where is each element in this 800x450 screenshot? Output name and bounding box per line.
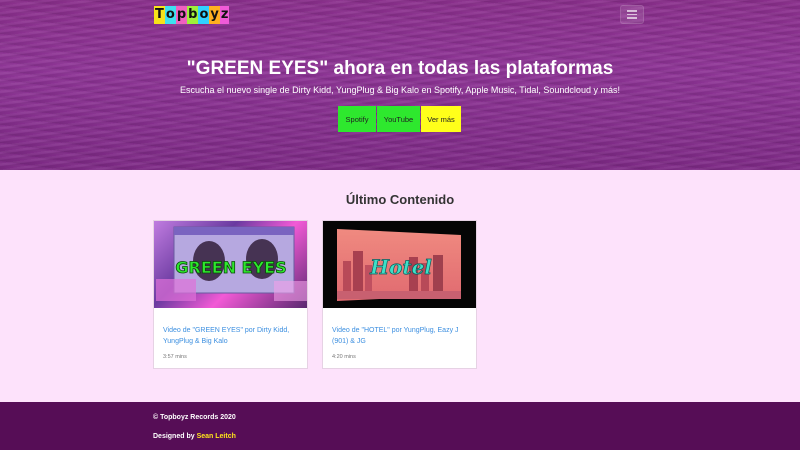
video-thumbnail-green-eyes[interactable]: GREEN EYES xyxy=(154,221,307,308)
logo-letter: z xyxy=(219,6,230,24)
designed-by-prefix: Designed by xyxy=(153,433,195,440)
hotel-thumbnail-art: Hotel xyxy=(337,229,461,301)
site-footer: © Topboyz Records 2020 Designed by Sean … xyxy=(0,402,800,450)
video-link-green-eyes[interactable]: Video de "GREEN EYES" por Dirty Kidd, Yu… xyxy=(163,325,299,347)
footer-designed-by: Designed by Sean Leitch xyxy=(153,433,236,440)
logo-letter: p xyxy=(175,6,188,24)
video-duration: 4:20 mins xyxy=(332,354,356,360)
video-card-hotel: Hotel Video de "HOTEL" por YungPlug, Eaz… xyxy=(322,220,477,369)
video-duration: 3:57 mins xyxy=(163,354,187,360)
hero-subtitle: Escucha el nuevo single de Dirty Kidd, Y… xyxy=(180,85,620,95)
ver-mas-button[interactable]: Ver más xyxy=(421,106,461,132)
logo-letter: T xyxy=(154,6,165,24)
spotify-button[interactable]: Spotify xyxy=(338,106,376,132)
footer-copyright: © Topboyz Records 2020 xyxy=(153,414,236,421)
logo-letter: o xyxy=(198,6,210,24)
green-eyes-thumbnail-art: GREEN EYES xyxy=(156,226,307,301)
hero-banner: Topboyz "GREEN EYES" ahora en todas las … xyxy=(0,0,800,170)
video-link-hotel[interactable]: Video de "HOTEL" por YungPlug, Eazy J (9… xyxy=(332,325,468,347)
topboyz-logo[interactable]: Topboyz xyxy=(154,6,230,24)
youtube-button[interactable]: YouTube xyxy=(377,106,420,132)
hamburger-icon-line xyxy=(627,13,637,16)
hotel-thumb-text: Hotel xyxy=(369,255,432,279)
logo-letter: y xyxy=(209,6,220,24)
green-eyes-thumb-text: GREEN EYES xyxy=(175,258,286,277)
hero-button-group: Spotify YouTube Ver más xyxy=(338,106,461,132)
hamburger-menu-button[interactable] xyxy=(620,5,644,24)
video-card-green-eyes: GREEN EYES Video de "GREEN EYES" por Dir… xyxy=(153,220,308,369)
designer-link[interactable]: Sean Leitch xyxy=(197,433,236,440)
hero-title: "GREEN EYES" ahora en todas las platafor… xyxy=(186,58,614,79)
hamburger-icon-line xyxy=(627,10,637,12)
logo-letter: o xyxy=(164,6,176,24)
section-title-latest: Último Contenido xyxy=(345,192,455,207)
video-thumbnail-hotel[interactable]: Hotel xyxy=(323,221,476,308)
logo-letter: b xyxy=(187,6,199,24)
hamburger-icon-line xyxy=(627,17,637,19)
